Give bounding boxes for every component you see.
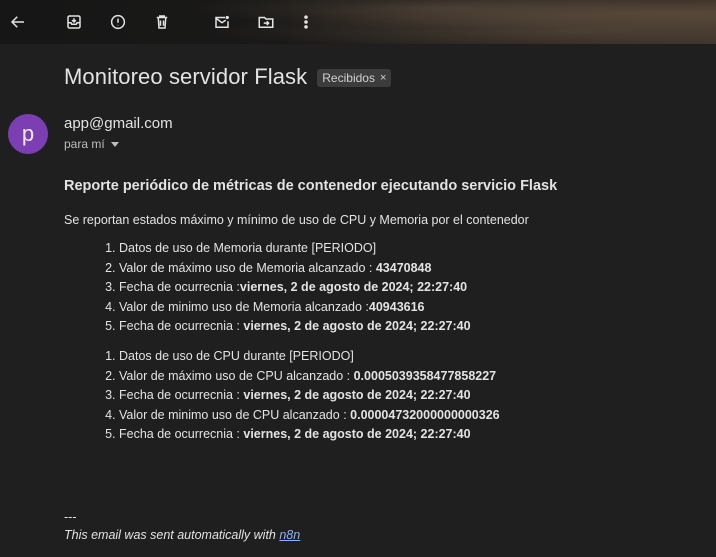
more-options-button[interactable] — [292, 8, 320, 36]
archive-button[interactable] — [60, 8, 88, 36]
list-item: Valor de minimo uso de Memoria alcanzado… — [119, 298, 704, 318]
footer-signature: This email was sent automatically with n… — [64, 528, 300, 542]
email-footer: --- This email was sent automatically wi… — [64, 510, 300, 542]
list-item-value: 40943616 — [368, 299, 425, 314]
list-item-value: 0.00004732000000000326 — [350, 407, 500, 422]
email-subject: Monitoreo servidor Flask — [64, 64, 308, 89]
delete-button[interactable] — [148, 8, 176, 36]
footer-text: This email was sent automatically with — [64, 528, 280, 542]
footer-separator: --- — [64, 510, 77, 524]
remove-label-icon[interactable]: × — [380, 72, 386, 84]
list-item: Valor de máximo uso de CPU alcanzado : 0… — [119, 367, 704, 387]
label-chip-text: Recibidos — [322, 71, 375, 85]
list-item-text: Datos de uso de Memoria durante [PERIODO… — [119, 241, 377, 255]
email-body: Reporte periódico de métricas de contene… — [64, 178, 704, 445]
list-item: Datos de uso de Memoria durante [PERIODO… — [119, 239, 704, 259]
back-button[interactable] — [4, 8, 32, 36]
chevron-down-icon[interactable] — [110, 142, 119, 147]
list-item-value: viernes, 2 de agosto de 2024; 22:27:40 — [243, 388, 471, 403]
recipient-label: para mí — [64, 137, 105, 151]
report-intro: Se reportan estados máximo y mínimo de u… — [64, 213, 529, 227]
list-item-text: Fecha de ocurrecnia : — [119, 319, 244, 334]
list-item-text: Fecha de ocurrecnia : — [119, 427, 244, 442]
list-item-text: Valor de minimo uso de Memoria alcanzado… — [119, 299, 369, 314]
sender-address: app@gmail.com — [64, 115, 173, 132]
list-item-value: viernes, 2 de agosto de 2024; 22:27:40 — [243, 319, 471, 334]
report-heading: Reporte periódico de métricas de contene… — [64, 178, 558, 194]
subject-row: Monitoreo servidor Flask Recibidos × — [64, 64, 392, 90]
move-to-icon — [258, 16, 274, 28]
list-item: Valor de minimo uso de CPU alcanzado : 0… — [119, 406, 704, 426]
list-item-value: viernes, 2 de agosto de 2024; 22:27:40 — [243, 427, 471, 442]
list-item: Valor de máximo uso de Memoria alcanzado… — [119, 259, 704, 279]
n8n-link[interactable]: n8n — [279, 528, 300, 542]
list-item-text: Valor de minimo uso de CPU alcanzado : — [119, 407, 351, 422]
email-view: Monitoreo servidor Flask Recibidos × p a… — [0, 0, 716, 557]
report-spam-icon — [110, 14, 126, 30]
recipient-details[interactable]: para mí — [64, 137, 119, 151]
list-item: Datos de uso de CPU durante [PERIODO] — [119, 347, 704, 367]
report-spam-button[interactable] — [104, 8, 132, 36]
list-item-text: Fecha de ocurrecnia : — [119, 388, 244, 403]
label-chip[interactable]: Recibidos × — [317, 69, 392, 87]
list-item: Fecha de ocurrecnia :viernes, 2 de agost… — [119, 278, 704, 298]
list-item-text: Fecha de ocurrecnia : — [119, 280, 240, 295]
back-arrow-icon — [10, 16, 24, 28]
list-item: Fecha de ocurrecnia : viernes, 2 de agos… — [119, 425, 704, 445]
list-item: Fecha de ocurrecnia : viernes, 2 de agos… — [119, 386, 704, 406]
move-to-button[interactable] — [252, 8, 280, 36]
list-item-value: 43470848 — [375, 260, 432, 275]
mark-unread-button[interactable] — [208, 8, 236, 36]
list-item: Fecha de ocurrecnia : viernes, 2 de agos… — [119, 317, 704, 337]
list-item-value: viernes, 2 de agosto de 2024; 22:27:40 — [239, 280, 468, 295]
mark-unread-icon — [215, 15, 229, 28]
list-item-value: 0.0005039358477858227 — [353, 368, 497, 383]
delete-icon — [156, 15, 168, 29]
more-options-icon — [304, 15, 308, 29]
list-item-text: Valor de máximo uso de CPU alcanzado : — [119, 368, 354, 383]
memory-metrics-list: Datos de uso de Memoria durante [PERIODO… — [64, 239, 704, 337]
toolbar — [0, 0, 716, 44]
list-item-text: Valor de máximo uso de Memoria alcanzado… — [119, 260, 376, 275]
cpu-metrics-list: Datos de uso de CPU durante [PERIODO] Va… — [64, 347, 704, 445]
avatar[interactable]: p — [8, 114, 48, 154]
archive-icon — [67, 15, 81, 29]
list-item-text: Datos de uso de CPU durante [PERIODO] — [119, 348, 354, 363]
